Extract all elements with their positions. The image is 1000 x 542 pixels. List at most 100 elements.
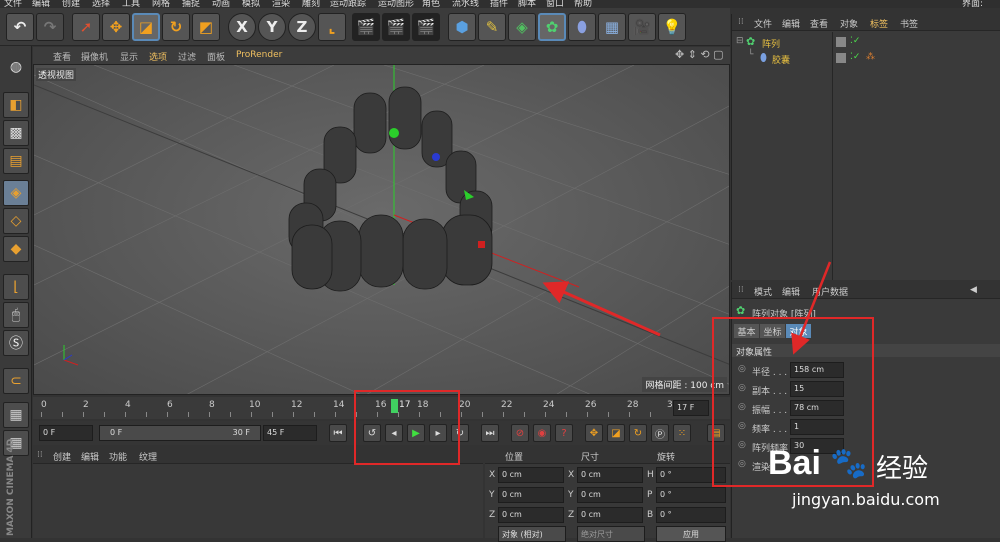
go-to-start-button[interactable]: ⏮ xyxy=(329,424,347,442)
menu-file[interactable]: 文件 xyxy=(4,0,22,8)
play-button[interactable]: ▶ xyxy=(407,424,425,442)
menu-script[interactable]: 脚本 xyxy=(518,0,536,8)
lock-workplane-button[interactable]: ▦ xyxy=(3,402,29,428)
position-x-field[interactable]: 0 cm xyxy=(498,467,564,483)
y-axis-button[interactable]: Y xyxy=(258,13,286,41)
key-position-button[interactable]: ✥ xyxy=(585,424,603,442)
position-y-field[interactable]: 0 cm xyxy=(498,487,564,503)
anim-dot-icon[interactable]: ◎ xyxy=(738,383,746,393)
layout-label[interactable]: 界面: xyxy=(962,0,983,8)
x-axis-button[interactable]: X xyxy=(228,13,256,41)
object-menu-file[interactable]: 文件 xyxy=(754,17,772,30)
size-x-field[interactable]: 0 cm xyxy=(577,467,643,483)
go-to-next-key-button[interactable]: ↻ xyxy=(451,424,469,442)
tab-basic[interactable]: 基本 xyxy=(734,324,759,338)
layer-box[interactable] xyxy=(836,37,846,47)
floor-button[interactable]: ▦ xyxy=(598,13,626,41)
coordinate-system-button[interactable]: ⌞ xyxy=(318,13,346,41)
go-to-end-button[interactable]: ⏭ xyxy=(481,424,499,442)
viewport-menu-camera[interactable]: 摄像机 xyxy=(81,50,108,63)
object-name[interactable]: 阵列 xyxy=(762,37,780,50)
material-menu-function[interactable]: 功能 xyxy=(109,450,127,463)
menu-animate[interactable]: 动画 xyxy=(212,0,230,8)
key-scale-button[interactable]: ◪ xyxy=(607,424,625,442)
object-name[interactable]: 胶囊 xyxy=(772,53,790,66)
current-frame-field[interactable]: 17 F xyxy=(673,400,709,416)
object-menu-bookmarks[interactable]: 书签 xyxy=(900,17,918,30)
coord-mode-select[interactable]: 对象 (相对) xyxy=(498,526,566,542)
frequency-field[interactable]: 1 xyxy=(790,419,844,435)
menu-character[interactable]: 角色 xyxy=(422,0,440,8)
rotation-p-field[interactable]: 0 ° xyxy=(656,487,726,503)
layer-box[interactable] xyxy=(836,53,846,63)
points-mode-button[interactable]: ◈ xyxy=(3,180,29,206)
menu-tools[interactable]: 工具 xyxy=(122,0,140,8)
record-button[interactable]: ⊘ xyxy=(511,424,529,442)
collapse-icon[interactable]: ⊟ xyxy=(736,36,744,46)
size-y-field[interactable]: 0 cm xyxy=(577,487,643,503)
tab-coord[interactable]: 坐标 xyxy=(760,324,785,338)
polygons-mode-button[interactable]: ◆ xyxy=(3,236,29,262)
rotate-tool-button[interactable]: ↻ xyxy=(162,13,190,41)
key-parameter-button[interactable]: Ⓟ xyxy=(651,424,669,442)
apply-button[interactable]: 应用 xyxy=(656,526,726,542)
anim-dot-icon[interactable]: ◎ xyxy=(738,364,746,374)
undo-button[interactable]: ↶ xyxy=(6,13,34,41)
object-row-array[interactable]: ⊟ ✿ 阵列 ⁚✓ xyxy=(732,35,1000,50)
menu-help[interactable]: 帮助 xyxy=(574,0,592,8)
go-to-prev-key-button[interactable]: ↺ xyxy=(363,424,381,442)
perspective-viewport[interactable]: 透视视图 网格间距 : 100 cm xyxy=(33,64,730,395)
amplitude-field[interactable]: 78 cm xyxy=(790,400,844,416)
mograph-cloner-button[interactable]: ✿ xyxy=(538,13,566,41)
viewport-menu-panel[interactable]: 面板 xyxy=(207,50,225,63)
viewport-menu-filter[interactable]: 过滤 xyxy=(178,50,196,63)
object-menu-view[interactable]: 查看 xyxy=(810,17,828,30)
deformer-button[interactable]: ⬮ xyxy=(568,13,596,41)
autokey-button[interactable]: ◉ xyxy=(533,424,551,442)
size-mode-select[interactable]: 绝对尺寸 xyxy=(577,526,645,542)
recent-tool-button[interactable]: ◩ xyxy=(192,13,220,41)
anim-dot-icon[interactable]: ◎ xyxy=(738,421,746,431)
menu-sculpt[interactable]: 雕刻 xyxy=(302,0,320,8)
position-z-field[interactable]: 0 cm xyxy=(498,507,564,523)
back-arrow-icon[interactable]: ◀ xyxy=(970,285,977,295)
enabled-check-icon[interactable]: ⁚✓ xyxy=(850,52,860,62)
render-view-button[interactable]: 🎬 xyxy=(352,13,380,41)
subdivision-button[interactable]: ◈ xyxy=(508,13,536,41)
viewport-menu-view[interactable]: 查看 xyxy=(53,50,71,63)
timeline-window-button[interactable]: ▤ xyxy=(707,424,725,442)
enabled-check-icon[interactable]: ⁚✓ xyxy=(850,36,860,46)
menu-render[interactable]: 渲染 xyxy=(272,0,290,8)
material-menu-texture[interactable]: 纹理 xyxy=(139,450,157,463)
prev-frame-button[interactable]: ◂ xyxy=(385,424,403,442)
render-picture-viewer-button[interactable]: 🎬 xyxy=(382,13,410,41)
menu-mograph[interactable]: 运动图形 xyxy=(378,0,414,8)
rotation-b-field[interactable]: 0 ° xyxy=(656,507,726,523)
menu-edit[interactable]: 编辑 xyxy=(32,0,50,8)
material-menu-edit[interactable]: 编辑 xyxy=(81,450,99,463)
cube-button[interactable]: ⬢ xyxy=(448,13,476,41)
scale-tool-button[interactable]: ◪ xyxy=(132,13,160,41)
object-menu-objects[interactable]: 对象 xyxy=(840,17,858,30)
workplane-button[interactable]: ▤ xyxy=(3,148,29,174)
viewport-menu-display[interactable]: 显示 xyxy=(120,50,138,63)
menu-motion-tracking[interactable]: 运动跟踪 xyxy=(330,0,366,8)
magnet-button[interactable]: ⊂ xyxy=(3,368,29,394)
move-tool-button[interactable]: ✥ xyxy=(102,13,130,41)
menu-simulate[interactable]: 模拟 xyxy=(242,0,260,8)
current-frame-marker[interactable] xyxy=(391,399,398,413)
copies-field[interactable]: 15 xyxy=(790,381,844,397)
snap-button[interactable]: Ⓢ xyxy=(3,330,29,356)
menu-mesh[interactable]: 网格 xyxy=(152,0,170,8)
keyframe-selection-button[interactable]: ? xyxy=(555,424,573,442)
anim-dot-icon[interactable]: ◎ xyxy=(738,440,746,450)
axis-mode-button[interactable]: ⌊ xyxy=(3,274,29,300)
menu-snap[interactable]: 捕捉 xyxy=(182,0,200,8)
rotation-h-field[interactable]: 0 ° xyxy=(656,467,726,483)
model-mode-button[interactable]: ◧ xyxy=(3,92,29,118)
phong-tag-icon[interactable]: ⁂ xyxy=(866,52,875,62)
redo-button[interactable]: ↷ xyxy=(36,13,64,41)
light-button[interactable]: 💡 xyxy=(658,13,686,41)
attr-menu-mode[interactable]: 模式 xyxy=(754,285,772,298)
attr-menu-userdata[interactable]: 用户数据 xyxy=(812,285,848,298)
